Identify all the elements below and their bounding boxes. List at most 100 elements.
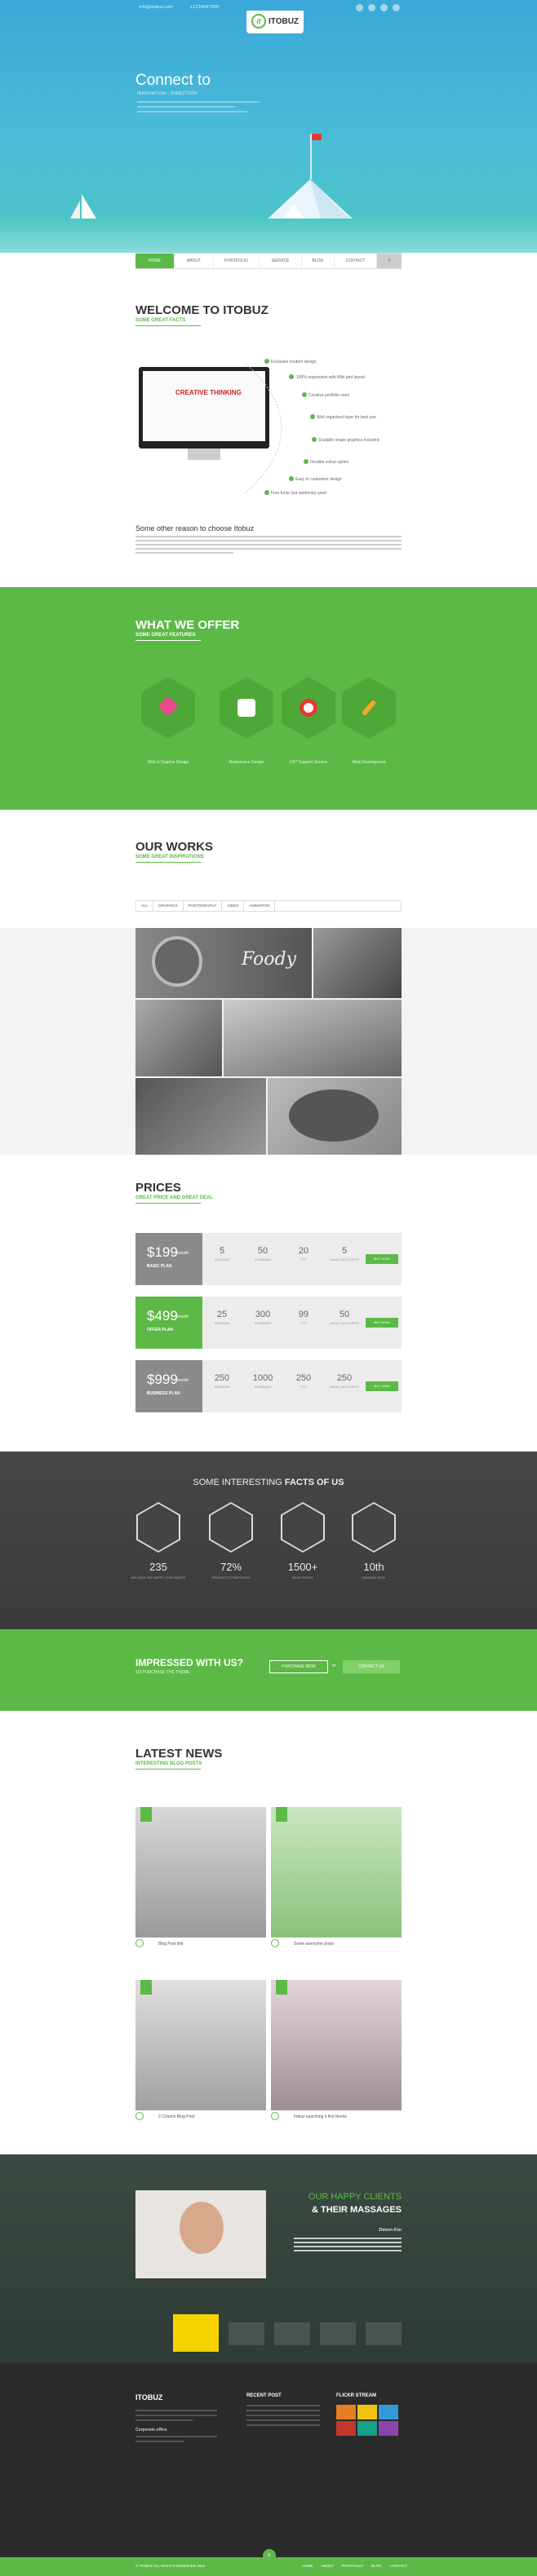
- work-photo[interactable]: [268, 1078, 402, 1155]
- footer-link-blog[interactable]: BLOG: [371, 2564, 382, 2568]
- nav-service[interactable]: SERVICE: [260, 254, 302, 268]
- dribbble-icon[interactable]: [380, 4, 388, 11]
- sea: [0, 219, 537, 253]
- logo[interactable]: it ITOBUZ: [246, 11, 304, 33]
- client-logo[interactable]: [229, 2322, 264, 2345]
- client-logo-active[interactable]: [173, 2314, 219, 2352]
- buy-now-button[interactable]: BUY NOW: [366, 1318, 398, 1328]
- news-image[interactable]: [271, 1807, 402, 1938]
- facts-title-bold: FACTS OF US: [284, 1478, 344, 1487]
- feature-item: Flexible colour option: [310, 460, 349, 465]
- flickr-thumb[interactable]: [336, 2421, 356, 2436]
- filter-all[interactable]: ALL: [136, 901, 154, 911]
- feature-item: Well organised layer for best use: [317, 415, 376, 420]
- nav-contact[interactable]: CONTACT: [335, 254, 377, 268]
- divider: [135, 325, 201, 326]
- work-photo[interactable]: [224, 1000, 402, 1076]
- work-photo-text: Foody: [242, 949, 297, 970]
- work-photo[interactable]: Foody: [135, 928, 312, 998]
- footer-link-about[interactable]: ABOUT: [322, 2564, 335, 2568]
- feature-item: 100% responsive with Wiki grid layout: [296, 375, 365, 380]
- fact-label: AWARDS WON: [362, 1575, 386, 1580]
- feature-dot: [264, 490, 269, 495]
- date-badge: [276, 1980, 287, 1995]
- welcome-title: WELCOME TO ITOBUZ: [135, 303, 268, 317]
- client-logo[interactable]: [366, 2322, 402, 2345]
- client-logo[interactable]: [137, 2314, 170, 2347]
- news-image[interactable]: [135, 1807, 266, 1938]
- feature-dot: [302, 392, 307, 397]
- work-photo[interactable]: [313, 928, 402, 998]
- filter-animation[interactable]: ANIMATION: [244, 901, 276, 911]
- buy-now-button[interactable]: BUY NOW: [366, 1381, 398, 1391]
- feature-item: Creative portfolio used: [308, 393, 350, 398]
- twitter-icon[interactable]: [368, 4, 375, 11]
- footer-logo[interactable]: ITOBUZ: [135, 2393, 217, 2401]
- diamond-icon: [158, 696, 179, 717]
- plan-name: BUSINESS PLAN: [147, 1391, 180, 1396]
- impressed-section: IMPRESSED WITH US? SO PURCHASE THE THEME…: [0, 1629, 537, 1711]
- nav-blog[interactable]: BLOG: [302, 254, 335, 268]
- filter-video[interactable]: VIDEO: [222, 901, 245, 911]
- price-period: /month: [176, 1315, 189, 1319]
- fact-number: 10th: [363, 1561, 384, 1573]
- impress-title: IMPRESSED WITH US?: [135, 1657, 244, 1668]
- impress-subtitle: SO PURCHASE THE THEME: [135, 1670, 190, 1675]
- trophy-icon: [352, 1502, 396, 1553]
- flickr-grid: [336, 2405, 402, 2436]
- post-title[interactable]: 2 Column Blog Post: [158, 2114, 194, 2119]
- email-text[interactable]: info@itobuz.com: [139, 5, 173, 10]
- footer-link-home[interactable]: HOME: [302, 2564, 313, 2568]
- footer-link-contact[interactable]: CONTACT: [389, 2564, 406, 2568]
- nav-home[interactable]: HOME: [135, 254, 175, 268]
- facebook-icon[interactable]: [356, 4, 363, 11]
- news-image[interactable]: [271, 1980, 402, 2110]
- copyright: © ITOBUZ ALL RIGHTS RESERVED 2014: [135, 2564, 206, 2568]
- footer-about: ITOBUZ Corporate office: [135, 2393, 217, 2446]
- plan-label: DOMAINS: [214, 1385, 230, 1389]
- plan-value: 250: [214, 1373, 230, 1383]
- news-subtitle: INTERESTING BLOG POSTS: [135, 1761, 202, 1766]
- monitor-stand: [188, 448, 220, 460]
- flickr-thumb[interactable]: [357, 2421, 377, 2436]
- post-icon: [271, 1939, 279, 1947]
- search-icon[interactable]: ⚲: [377, 254, 402, 268]
- offer-subtitle: SOME GREAT FEATURES: [135, 633, 196, 638]
- or-text: or: [332, 1664, 336, 1668]
- client-logo[interactable]: [274, 2322, 310, 2345]
- price-box: $199 /month BASIC PLAN: [135, 1233, 202, 1285]
- plan-label: FTP: [300, 1257, 307, 1261]
- plan-value: 5: [219, 1246, 225, 1256]
- nav-portfolio[interactable]: PORTFOLIO: [214, 254, 260, 268]
- rss-icon[interactable]: [393, 4, 400, 11]
- flickr-thumb[interactable]: [379, 2405, 398, 2419]
- news-image[interactable]: [135, 1980, 266, 2110]
- phone-text: +1234567890: [189, 5, 220, 10]
- filter-photography[interactable]: PHOTOGRAPHY: [184, 901, 223, 911]
- feature-item: Exclusive modern design: [271, 360, 317, 365]
- work-photo[interactable]: [135, 1000, 222, 1076]
- scroll-top-icon[interactable]: ˄: [263, 2549, 276, 2562]
- fact-label: BLOG POSTS: [292, 1575, 313, 1580]
- post-title[interactable]: Some awesome posts: [294, 1942, 334, 1946]
- post-icon: [271, 2112, 279, 2120]
- client-logo[interactable]: [320, 2322, 356, 2345]
- work-photo[interactable]: [135, 1078, 266, 1155]
- post-title[interactable]: Itobuz launching it first theme: [294, 2114, 347, 2119]
- plan-label: FTP: [300, 1321, 307, 1325]
- buy-now-button[interactable]: BUY NOW: [366, 1254, 398, 1264]
- flickr-thumb[interactable]: [379, 2421, 398, 2436]
- post-title[interactable]: Blog Post title: [158, 1942, 184, 1946]
- offer-caption: Responsive Design: [229, 760, 264, 765]
- filter-graphics[interactable]: GRAPHICS: [153, 901, 184, 911]
- flickr-thumb[interactable]: [336, 2405, 356, 2419]
- footer-link-portfolio[interactable]: PORTFOLIO: [342, 2564, 363, 2568]
- divider: [135, 1769, 201, 1770]
- address-title: Corporate office: [135, 2428, 167, 2432]
- purchase-now-button[interactable]: PURCHASE NOW: [269, 1660, 328, 1673]
- reason-title: Some other reason to choose Itobuz: [135, 524, 255, 532]
- reason-text: [135, 536, 402, 556]
- flickr-thumb[interactable]: [357, 2405, 377, 2419]
- contact-us-button[interactable]: CONTACT US: [343, 1660, 400, 1673]
- nav-about[interactable]: ABOUT: [175, 254, 214, 268]
